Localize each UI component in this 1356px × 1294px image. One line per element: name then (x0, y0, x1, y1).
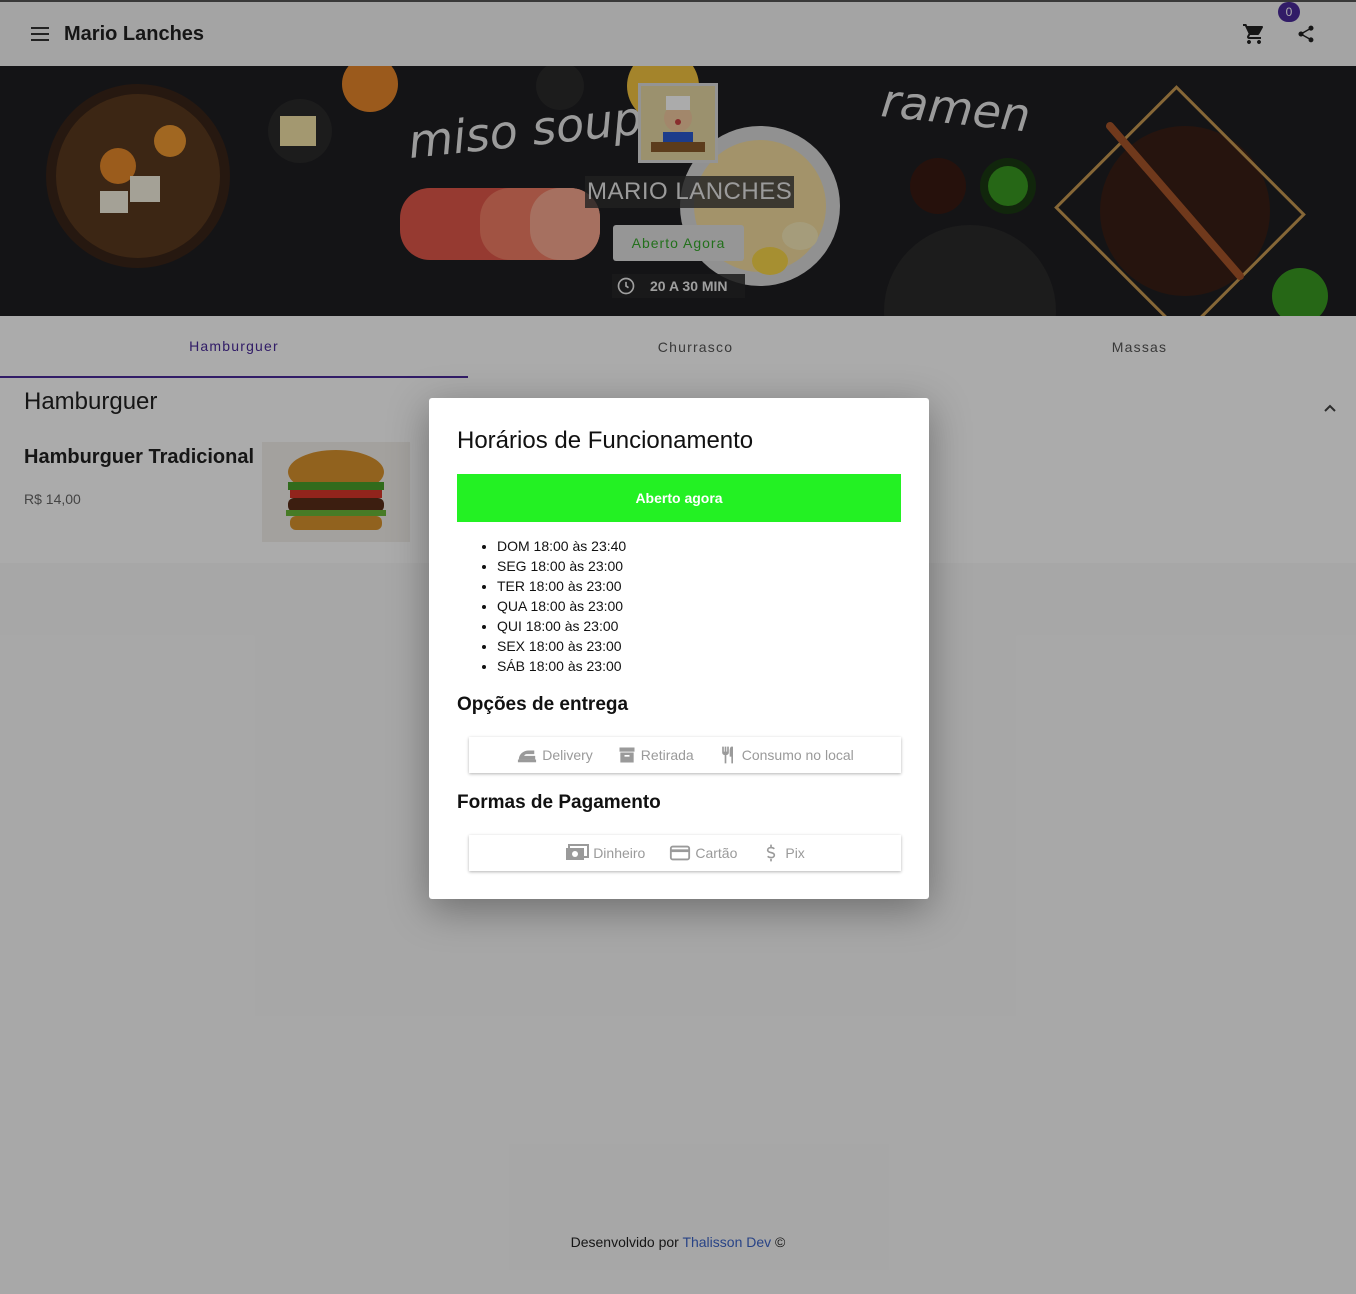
pix-option: Pix (761, 842, 805, 864)
hours-item: QUA 18:00 às 23:00 (497, 596, 626, 616)
delivery-option: Delivery (516, 745, 593, 765)
hours-item: DOM 18:00 às 23:40 (497, 536, 626, 556)
hours-item: SÁB 18:00 às 23:00 (497, 656, 626, 676)
hours-list: DOM 18:00 às 23:40 SEG 18:00 às 23:00 TE… (497, 536, 626, 676)
pix-option-label: Pix (785, 845, 805, 861)
hours-item: QUI 18:00 às 23:00 (497, 616, 626, 636)
dialog-title: Horários de Funcionamento (457, 427, 754, 454)
delivery-icon (518, 750, 537, 763)
hours-dialog: Horários de Funcionamento Aberto agora D… (429, 398, 929, 899)
dollar-icon (767, 844, 776, 862)
card-option: Cartão (669, 844, 737, 862)
money-icon (566, 844, 590, 860)
dine-in-option-label: Consumo no local (741, 747, 854, 763)
credit-card-icon (670, 845, 691, 861)
utensils-icon (721, 746, 733, 764)
payment-title: Formas de Pagamento (457, 792, 661, 813)
archive-icon (619, 747, 635, 763)
delivery-option-label: Delivery (542, 747, 593, 763)
dine-in-option: Consumo no local (718, 744, 854, 766)
pickup-option-label: Retirada (640, 747, 694, 763)
hours-item: SEG 18:00 às 23:00 (497, 556, 626, 576)
open-status-bar: Aberto agora (457, 474, 901, 522)
payment-options: Dinheiro Cartão Pix (469, 835, 901, 871)
hours-item: TER 18:00 às 23:00 (497, 576, 626, 596)
hours-item: SEX 18:00 às 23:00 (497, 636, 626, 656)
delivery-options: Delivery Retirada Consumo no local (469, 737, 901, 773)
pickup-option: Retirada (617, 745, 694, 765)
card-option-label: Cartão (695, 845, 738, 861)
cash-option-label: Dinheiro (593, 845, 646, 861)
delivery-options-title: Opções de entrega (457, 694, 629, 715)
cash-option: Dinheiro (565, 843, 645, 863)
